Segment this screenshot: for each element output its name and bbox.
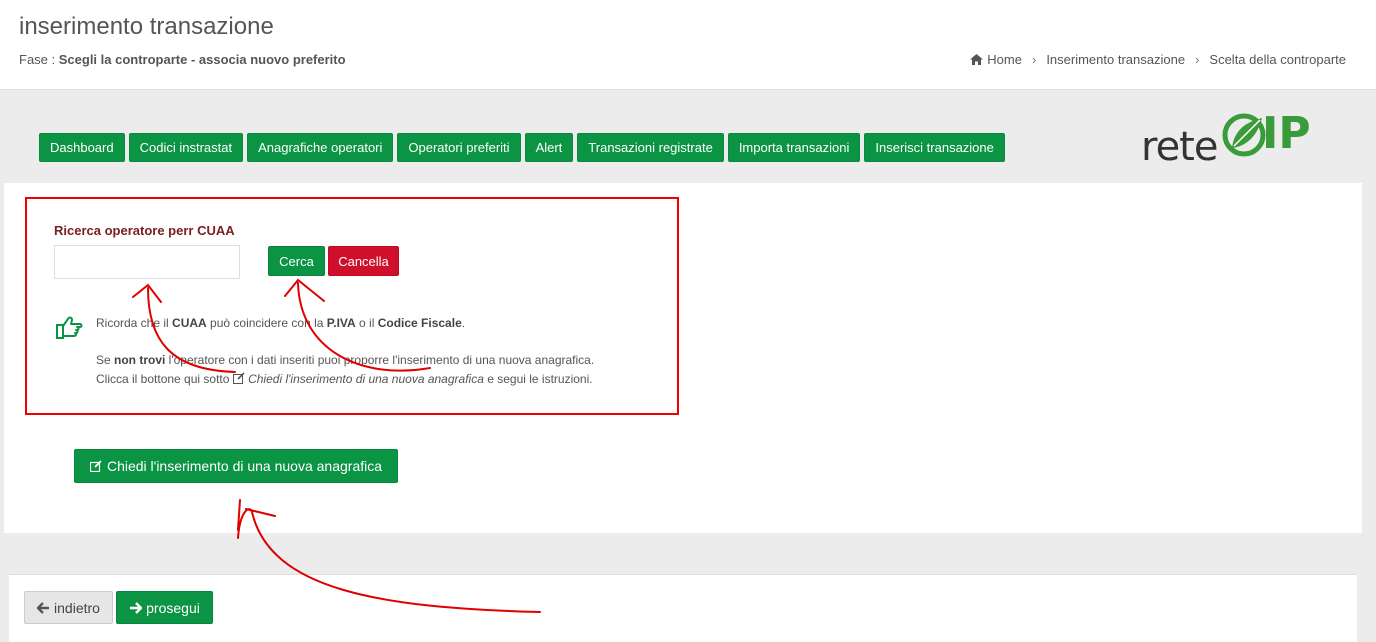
nav-codici-intrastat[interactable]: Codici instrastat — [128, 133, 244, 162]
nav-dashboard[interactable]: Dashboard — [39, 133, 125, 162]
search-button[interactable]: Cerca — [268, 246, 325, 276]
back-button-label: indietro — [54, 599, 100, 616]
breadcrumb-current: Scelta della controparte — [1209, 52, 1346, 67]
request-new-registry-button[interactable]: Chiedi l'inserimento di una nuova anagra… — [74, 449, 398, 483]
info-cuaa: Ricorda che il CUAA può coincidere con l… — [96, 316, 466, 330]
logo-suffix: IP — [1262, 108, 1311, 159]
nav-alert[interactable]: Alert — [524, 133, 574, 162]
next-button-label: prosegui — [146, 599, 200, 616]
nav-anagrafiche-operatori[interactable]: Anagrafiche operatori — [247, 133, 394, 162]
arrow-left-icon — [37, 601, 50, 614]
info-instructions: Clicca il bottone qui sotto Chiedi l'ins… — [96, 372, 593, 386]
page-header: inserimento transazione Fase : Scegli la… — [0, 0, 1376, 90]
breadcrumb-separator-icon: › — [1031, 52, 1037, 67]
page-title: inserimento transazione — [19, 13, 274, 40]
edit-icon — [232, 372, 245, 384]
arrow-right-icon — [130, 601, 143, 614]
phase-indicator: Fase : Scegli la controparte - associa n… — [19, 52, 346, 67]
hand-pointing-icon — [56, 316, 83, 339]
edit-icon — [89, 460, 102, 472]
leaf-icon — [1222, 113, 1266, 157]
cuaa-input[interactable] — [54, 245, 240, 279]
search-label: Ricerca operatore perr CUAA — [54, 223, 235, 238]
home-icon — [970, 54, 984, 65]
nav-transazioni-registrate[interactable]: Transazioni registrate — [577, 133, 724, 162]
main-nav: Dashboard Codici instrastat Anagrafiche … — [39, 133, 1005, 162]
phase-value: Scegli la controparte - associa nuovo pr… — [58, 52, 346, 67]
cancel-button[interactable]: Cancella — [328, 246, 399, 276]
breadcrumb: Home › Inserimento transazione › Scelta … — [970, 52, 1346, 67]
nav-importa-transazioni[interactable]: Importa transazioni — [727, 133, 861, 162]
breadcrumb-separator-icon: › — [1195, 52, 1200, 67]
breadcrumb-home[interactable]: Home — [987, 52, 1022, 67]
phase-prefix: Fase : — [19, 52, 56, 67]
logo-text: rete — [1141, 124, 1218, 170]
next-button[interactable]: prosegui — [116, 591, 213, 624]
breadcrumb-inserimento[interactable]: Inserimento transazione — [1046, 52, 1185, 67]
request-button-label: Chiedi l'inserimento di una nuova anagra… — [106, 458, 383, 474]
nav-operatori-preferiti[interactable]: Operatori preferiti — [397, 133, 521, 162]
back-button[interactable]: indietro — [24, 591, 113, 624]
nav-inserisci-transazione[interactable]: Inserisci transazione — [864, 133, 1005, 162]
info-not-found: Se non trovi l'operatore con i dati inse… — [96, 353, 595, 367]
